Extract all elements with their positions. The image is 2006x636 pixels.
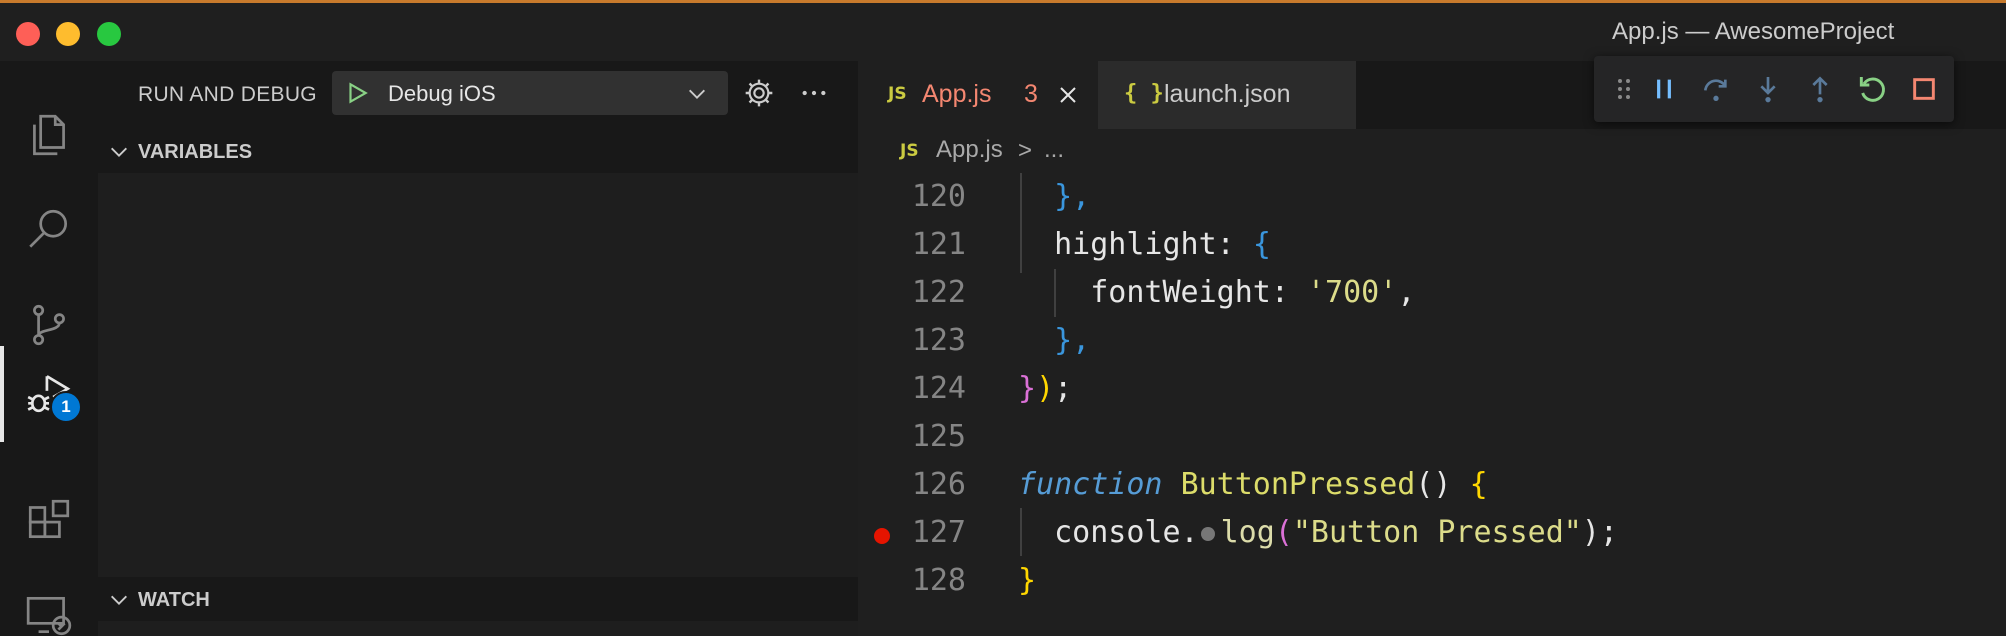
code-editor[interactable]: 120 }, 121 highlight: { 122 fontWeight: … bbox=[858, 173, 2006, 636]
watch-section-title: WATCH bbox=[138, 589, 210, 611]
js-file-icon: JS bbox=[900, 141, 919, 161]
start-debugging-icon[interactable] bbox=[344, 80, 370, 106]
watch-panel bbox=[98, 621, 858, 636]
code-line-122: 122 fontWeight: '700', bbox=[858, 269, 2006, 317]
line-number: 123 bbox=[911, 323, 966, 358]
line-number: 125 bbox=[911, 419, 966, 454]
drag-handle-icon[interactable] bbox=[1608, 73, 1640, 105]
debug-configuration-label: Debug iOS bbox=[388, 81, 496, 106]
stop-icon[interactable] bbox=[1908, 73, 1940, 105]
debug-badge: 1 bbox=[50, 391, 82, 423]
line-number: 128 bbox=[911, 563, 966, 598]
minimize-window-button[interactable] bbox=[56, 22, 80, 46]
tab-launch-json[interactable]: { } launch.json bbox=[1098, 61, 1356, 129]
tab-app-js[interactable]: JS App.js 3 bbox=[858, 61, 1098, 129]
line-number: 126 bbox=[911, 467, 966, 502]
chevron-down-icon bbox=[689, 89, 705, 99]
tab-label: launch.json bbox=[1164, 80, 1291, 108]
breadcrumb: JS App.js > ... bbox=[858, 129, 2006, 173]
watch-section-header[interactable]: WATCH bbox=[98, 579, 858, 621]
json-file-icon: { } bbox=[1124, 81, 1164, 106]
pause-icon[interactable] bbox=[1648, 73, 1680, 105]
code-text: } bbox=[1018, 563, 1037, 598]
breadcrumb-file[interactable]: App.js bbox=[936, 136, 1003, 164]
extensions-icon[interactable] bbox=[20, 491, 78, 549]
close-window-button[interactable] bbox=[16, 22, 40, 46]
tab-label: App.js bbox=[922, 80, 992, 108]
sidebar-header: RUN AND DEBUG Debug iOS bbox=[98, 61, 858, 123]
code-line-124: 124 }); bbox=[858, 365, 2006, 413]
code-text: function ButtonPressed() { bbox=[1018, 467, 1488, 502]
debug-toolbar bbox=[1594, 56, 1954, 122]
code-text: }); bbox=[1018, 371, 1073, 406]
code-line-120: 120 }, bbox=[858, 173, 2006, 221]
debug-configuration-select[interactable]: Debug iOS bbox=[332, 71, 728, 115]
explorer-icon[interactable] bbox=[20, 106, 78, 164]
run-and-debug-sidebar: RUN AND DEBUG Debug iOS VARIABLES WATCH bbox=[98, 61, 858, 636]
title-bar: App.js — AwesomeProject bbox=[0, 3, 2006, 61]
line-number: 121 bbox=[911, 227, 966, 262]
line-number: 127 bbox=[911, 515, 966, 550]
step-over-icon[interactable] bbox=[1700, 73, 1732, 105]
code-text: }, bbox=[1054, 323, 1091, 358]
zoom-window-button[interactable] bbox=[97, 22, 121, 46]
restart-icon[interactable] bbox=[1856, 73, 1888, 105]
code-text: highlight: { bbox=[1054, 227, 1271, 262]
code-line-127: 127 console. log("Button Pressed"); bbox=[858, 509, 2006, 557]
sidebar-title: RUN AND DEBUG bbox=[138, 83, 317, 106]
close-icon[interactable] bbox=[1056, 83, 1080, 107]
source-control-icon[interactable] bbox=[20, 296, 78, 354]
code-line-128: 128 } bbox=[858, 557, 2006, 605]
line-number: 122 bbox=[911, 275, 966, 310]
more-actions-icon[interactable] bbox=[798, 77, 830, 109]
line-number: 124 bbox=[911, 371, 966, 406]
breadcrumb-separator: > bbox=[1018, 137, 1033, 164]
step-into-icon[interactable] bbox=[1752, 73, 1784, 105]
code-text: console. log("Button Pressed"); bbox=[1054, 515, 1618, 550]
variables-section-header[interactable]: VARIABLES bbox=[98, 131, 858, 173]
code-text: fontWeight: '700', bbox=[1090, 275, 1416, 310]
gear-icon[interactable] bbox=[743, 77, 775, 109]
activity-bar: 1 bbox=[0, 61, 98, 636]
code-line-123: 123 }, bbox=[858, 317, 2006, 365]
chevron-down-icon bbox=[111, 595, 127, 605]
inline-breakpoint-marker[interactable] bbox=[1200, 526, 1215, 541]
variables-panel bbox=[98, 173, 858, 577]
code-text: }, bbox=[1054, 179, 1091, 214]
code-line-121: 121 highlight: { bbox=[858, 221, 2006, 269]
search-icon[interactable] bbox=[20, 201, 78, 259]
active-view-indicator bbox=[0, 346, 4, 442]
editor-area: JS App.js 3 { } launch.json JS App.js > … bbox=[858, 61, 2006, 636]
variables-section-title: VARIABLES bbox=[138, 141, 253, 163]
code-line-125: 125 bbox=[858, 413, 2006, 461]
js-file-icon: JS bbox=[888, 84, 907, 104]
breadcrumb-symbol[interactable]: ... bbox=[1044, 136, 1064, 164]
window-title: App.js — AwesomeProject bbox=[1612, 18, 1895, 45]
chevron-down-icon bbox=[111, 147, 127, 157]
problems-count: 3 bbox=[1024, 80, 1038, 108]
step-out-icon[interactable] bbox=[1804, 73, 1836, 105]
line-number: 120 bbox=[911, 179, 966, 214]
remote-explorer-icon[interactable] bbox=[20, 586, 78, 636]
code-line-126: 126 function ButtonPressed() { bbox=[858, 461, 2006, 509]
